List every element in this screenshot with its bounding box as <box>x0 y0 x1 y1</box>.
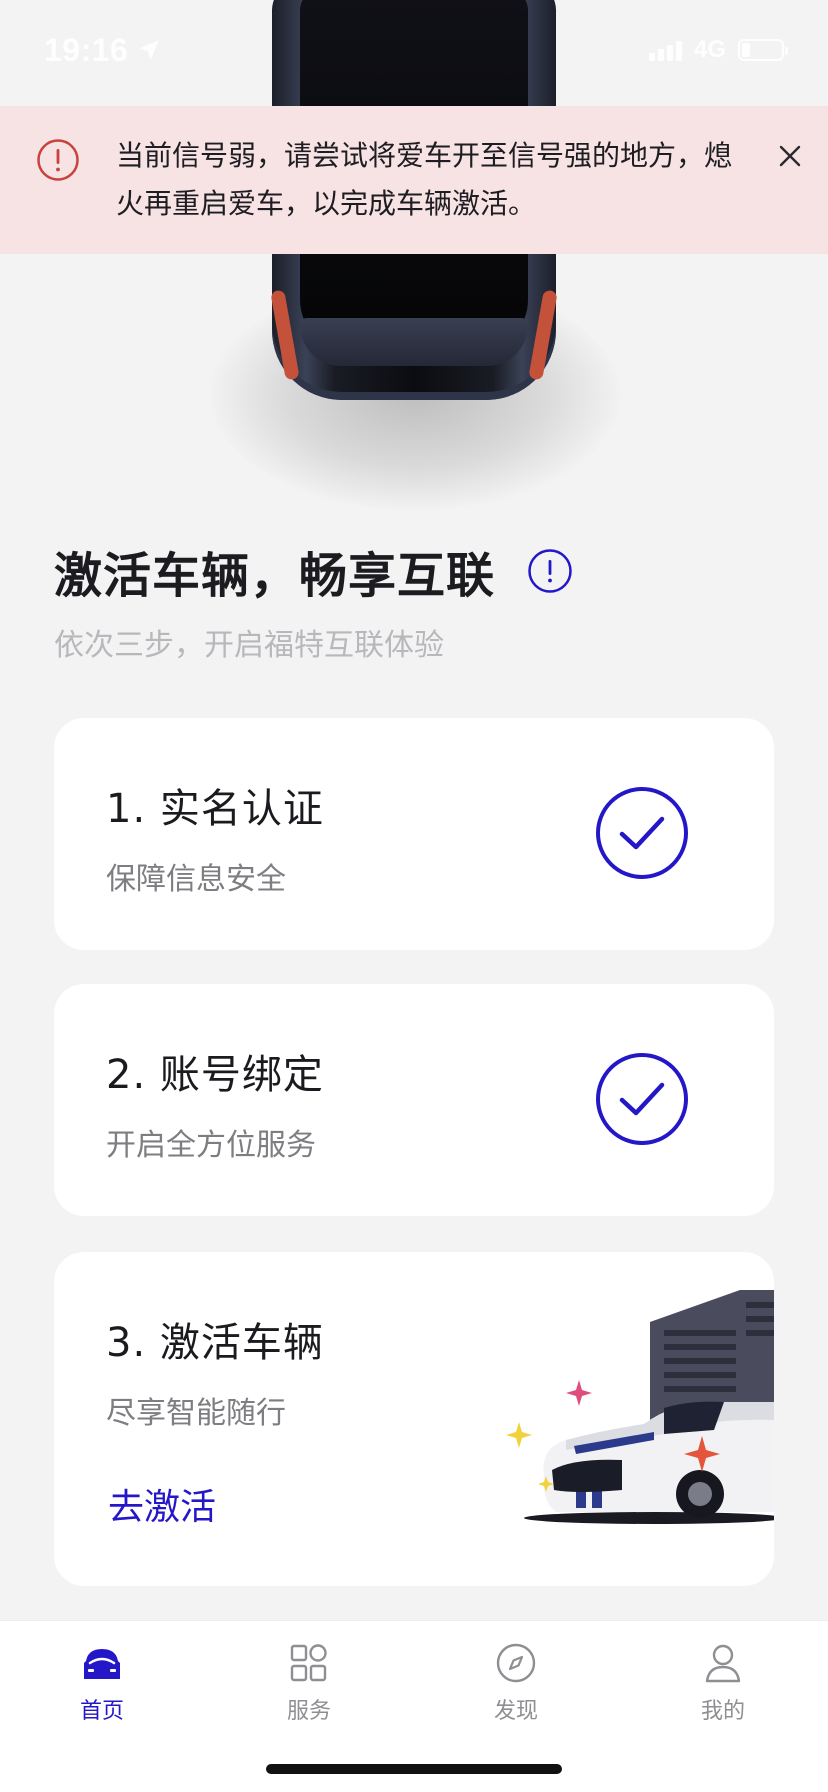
step-card-activate-vehicle: 3. 激活车辆 尽享智能随行 去激活 <box>54 1252 774 1586</box>
home-indicator <box>266 1764 562 1774</box>
tab-mine[interactable]: 我的 <box>663 1641 783 1741</box>
signal-icon <box>648 39 682 61</box>
status-bar: 19:16 4G <box>0 0 828 100</box>
activate-button[interactable]: 去激活 <box>108 1478 216 1530</box>
tab-discover[interactable]: 发现 <box>456 1641 576 1741</box>
weak-signal-alert: 当前信号弱，请尝试将爱车开至信号强的地方，熄火再重启爱车，以完成车辆激活。 <box>0 106 828 254</box>
info-icon[interactable] <box>527 548 573 594</box>
page-title: 激活车辆，畅享互联 <box>54 548 496 604</box>
tab-service[interactable]: 服务 <box>249 1641 369 1741</box>
car-illustration <box>506 1290 774 1524</box>
step-title: 1. 实名认证 <box>106 786 324 832</box>
warning-icon <box>37 139 79 181</box>
step-description: 保障信息安全 <box>106 862 286 897</box>
close-icon[interactable] <box>776 142 804 170</box>
step-card-real-name[interactable]: 1. 实名认证 保障信息安全 <box>54 718 774 950</box>
step-description: 开启全方位服务 <box>106 1128 316 1163</box>
page-title-row: 激活车辆，畅享互联 <box>54 536 573 606</box>
location-arrow-icon <box>139 40 160 60</box>
status-time: 19:16 <box>44 31 129 68</box>
status-indicators: 4G <box>648 36 788 64</box>
tab-label: 发现 <box>493 1699 538 1724</box>
tab-label: 服务 <box>286 1699 331 1724</box>
tab-home[interactable]: 首页 <box>42 1641 162 1741</box>
step-title: 2. 账号绑定 <box>106 1052 324 1098</box>
alert-message: 当前信号弱，请尝试将爱车开至信号强的地方，熄火再重启爱车，以完成车辆激活。 <box>116 139 733 220</box>
battery-icon <box>738 39 788 61</box>
grid-icon <box>290 1644 327 1682</box>
check-circle-icon <box>596 787 688 879</box>
step-card-account-binding[interactable]: 2. 账号绑定 开启全方位服务 <box>54 984 774 1216</box>
step-description: 尽享智能随行 <box>106 1396 286 1431</box>
page-subtitle: 依次三步，开启福特互联体验 <box>54 628 444 663</box>
person-icon <box>705 1644 741 1683</box>
check-circle-icon <box>596 1053 688 1145</box>
network-label: 4G <box>693 36 726 63</box>
step-title: 3. 激活车辆 <box>106 1320 324 1366</box>
car-icon <box>84 1649 120 1679</box>
status-time-group: 19:16 <box>44 32 162 69</box>
compass-icon <box>496 1643 536 1683</box>
tab-label: 首页 <box>79 1699 124 1724</box>
tab-label: 我的 <box>700 1699 745 1724</box>
